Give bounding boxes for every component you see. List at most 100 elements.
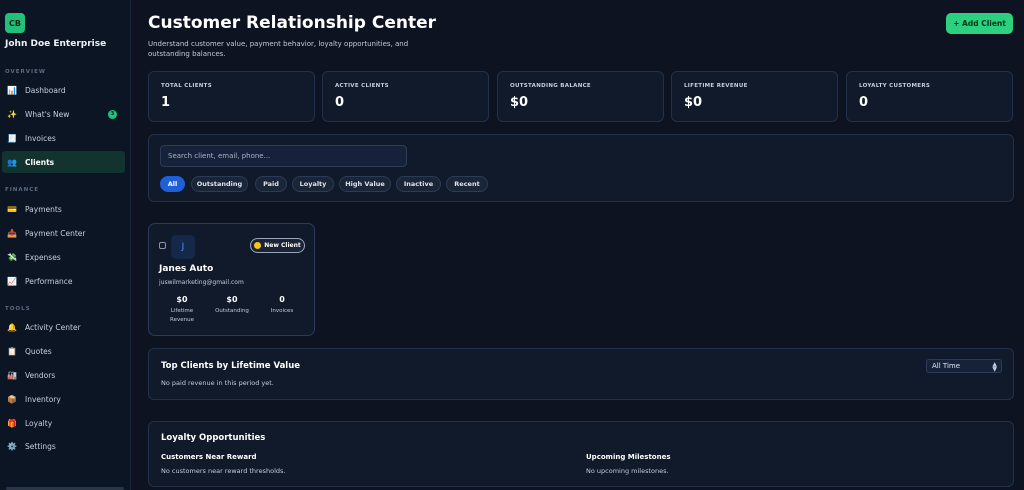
stat-card-loyalty-customers: LOYALTY CUSTOMERS 0 xyxy=(846,71,1013,122)
status-badge-label: New Client xyxy=(264,242,301,249)
sidebar-item-label: Inventory xyxy=(25,394,61,404)
stat-card-outstanding-balance: OUTSTANDING BALANCE $0 xyxy=(497,71,664,122)
avatar: J xyxy=(171,235,195,259)
gift-icon: 🎁 xyxy=(7,418,17,428)
period-select-value: All Time xyxy=(932,362,961,370)
sidebar-item-label: Invoices xyxy=(25,133,56,143)
add-client-button[interactable]: + Add Client xyxy=(946,13,1013,34)
factory-icon: 🏭 xyxy=(7,370,17,380)
inbox-icon: 📥 xyxy=(7,228,17,238)
search-input[interactable] xyxy=(160,145,407,167)
stat-card-active-clients: ACTIVE CLIENTS 0 xyxy=(322,71,489,122)
metric-label: Lifetime Revenue xyxy=(170,308,194,323)
yellow-dot-icon xyxy=(254,242,262,249)
sidebar-item-invoices[interactable]: 🧾 Invoices xyxy=(2,127,125,149)
section-label-finance: FINANCE xyxy=(5,187,40,193)
sidebar-item-label: Performance xyxy=(25,276,73,286)
sidebar-item-label: Expenses xyxy=(25,252,61,262)
stat-label: LOYALTY CUSTOMERS xyxy=(859,83,931,89)
sidebar-item-label: What's New xyxy=(25,109,70,119)
metric-value: $0 xyxy=(226,295,238,304)
metric-label: Outstanding xyxy=(215,308,249,314)
top-clients-empty-text: No paid revenue in this period yet. xyxy=(161,379,274,387)
top-clients-title: Top Clients by Lifetime Value xyxy=(161,361,301,371)
section-label-overview: OVERVIEW xyxy=(5,69,46,75)
gear-icon: ⚙️ xyxy=(7,441,17,451)
sparkles-icon: ✨ xyxy=(7,109,17,119)
metric-value: $0 xyxy=(176,295,188,304)
filter-chip-recent[interactable]: Recent xyxy=(446,176,488,192)
brand-logo[interactable]: CB xyxy=(5,13,25,33)
new-count-badge: 3 xyxy=(108,109,117,119)
period-select[interactable]: All Time ▲ ▼ xyxy=(926,359,1002,373)
search-filter-panel: All Outstanding Paid Loyalty High Value … xyxy=(148,134,1014,202)
filter-chip-high-value[interactable]: High Value xyxy=(339,176,391,192)
metric-label: Invoices xyxy=(270,308,294,314)
sidebar-item-performance[interactable]: 📈 Performance xyxy=(2,270,125,292)
bell-icon: 🔔 xyxy=(7,322,17,332)
sidebar-item-settings[interactable]: ⚙️ Settings xyxy=(2,435,125,457)
loyalty-title: Loyalty Opportunities xyxy=(161,433,266,443)
sidebar-item-label: Activity Center xyxy=(25,322,81,332)
clipboard-icon: 📋 xyxy=(7,346,17,356)
metric-value: 0 xyxy=(279,295,285,304)
credit-card-icon: 💳 xyxy=(7,204,17,214)
stat-value: 0 xyxy=(335,95,345,110)
near-reward-title: Customers Near Reward xyxy=(161,453,257,461)
sidebar-item-payments[interactable]: 💳 Payments xyxy=(2,198,125,220)
metric-outstanding: $0 Outstanding xyxy=(209,295,255,316)
stat-value: 0 xyxy=(859,95,869,110)
package-icon: 📦 xyxy=(7,394,17,404)
stat-value: $0 xyxy=(684,95,703,110)
stat-label: ACTIVE CLIENTS xyxy=(335,83,389,89)
client-email: juswilmarketing@gmail.com xyxy=(159,279,244,286)
client-card[interactable]: J New Client Janes Auto juswilmarketing@… xyxy=(148,223,315,336)
sidebar-item-label: Settings xyxy=(25,441,56,451)
chevron-updown-icon: ▲ ▼ xyxy=(992,361,997,373)
filter-chip-inactive[interactable]: Inactive xyxy=(396,176,441,192)
sidebar: CB John Doe Enterprise OVERVIEW 📊 Dashbo… xyxy=(0,0,131,490)
filter-chip-all[interactable]: All xyxy=(160,176,185,192)
top-clients-panel: Top Clients by Lifetime Value No paid re… xyxy=(148,348,1014,400)
sidebar-item-dashboard[interactable]: 📊 Dashboard xyxy=(2,79,125,101)
section-label-tools: TOOLS xyxy=(5,306,31,312)
dashboard-icon: 📊 xyxy=(7,85,17,95)
sidebar-item-label: Vendors xyxy=(25,370,56,380)
select-checkbox[interactable] xyxy=(159,242,166,249)
money-icon: 💸 xyxy=(7,252,17,262)
metric-lifetime-revenue: $0 Lifetime Revenue xyxy=(159,295,205,325)
filter-chip-paid[interactable]: Paid xyxy=(255,176,287,192)
sidebar-item-clients[interactable]: 👥 Clients xyxy=(2,151,125,173)
sidebar-item-label: Clients xyxy=(25,157,55,167)
sidebar-item-inventory[interactable]: 📦 Inventory xyxy=(2,388,125,410)
client-name[interactable]: Janes Auto xyxy=(159,264,213,274)
loyalty-panel: Loyalty Opportunities Customers Near Rew… xyxy=(148,421,1014,487)
sidebar-item-loyalty[interactable]: 🎁 Loyalty xyxy=(2,412,125,434)
chart-icon: 📈 xyxy=(7,276,17,286)
stat-label: LIFETIME REVENUE xyxy=(684,83,748,89)
sidebar-item-whats-new[interactable]: ✨ What's New 3 xyxy=(2,103,125,125)
sidebar-item-label: Quotes xyxy=(25,346,52,356)
stat-card-total-clients: TOTAL CLIENTS 1 xyxy=(148,71,315,122)
stat-value: 1 xyxy=(161,95,171,110)
sidebar-item-label: Payment Center xyxy=(25,228,86,238)
sidebar-item-expenses[interactable]: 💸 Expenses xyxy=(2,246,125,268)
stat-value: $0 xyxy=(510,95,529,110)
receipt-icon: 🧾 xyxy=(7,133,17,143)
milestones-empty-text: No upcoming milestones. xyxy=(586,467,669,475)
stat-card-lifetime-revenue: LIFETIME REVENUE $0 xyxy=(671,71,838,122)
page-subtitle: Understand customer value, payment behav… xyxy=(148,40,409,58)
sidebar-item-label: Loyalty xyxy=(25,418,53,428)
milestones-title: Upcoming Milestones xyxy=(586,453,671,461)
sidebar-item-label: Payments xyxy=(25,204,62,214)
sidebar-item-quotes[interactable]: 📋 Quotes xyxy=(2,340,125,362)
brand-name: John Doe Enterprise xyxy=(5,39,107,49)
near-reward-empty-text: No customers near reward thresholds. xyxy=(161,467,286,475)
filter-chip-outstanding[interactable]: Outstanding xyxy=(191,176,248,192)
users-icon: 👥 xyxy=(7,157,17,167)
sidebar-item-activity-center[interactable]: 🔔 Activity Center xyxy=(2,316,125,338)
stat-label: OUTSTANDING BALANCE xyxy=(510,83,591,89)
filter-chip-loyalty[interactable]: Loyalty xyxy=(292,176,334,192)
sidebar-item-payment-center[interactable]: 📥 Payment Center xyxy=(2,222,125,244)
sidebar-item-vendors[interactable]: 🏭 Vendors xyxy=(2,364,125,386)
